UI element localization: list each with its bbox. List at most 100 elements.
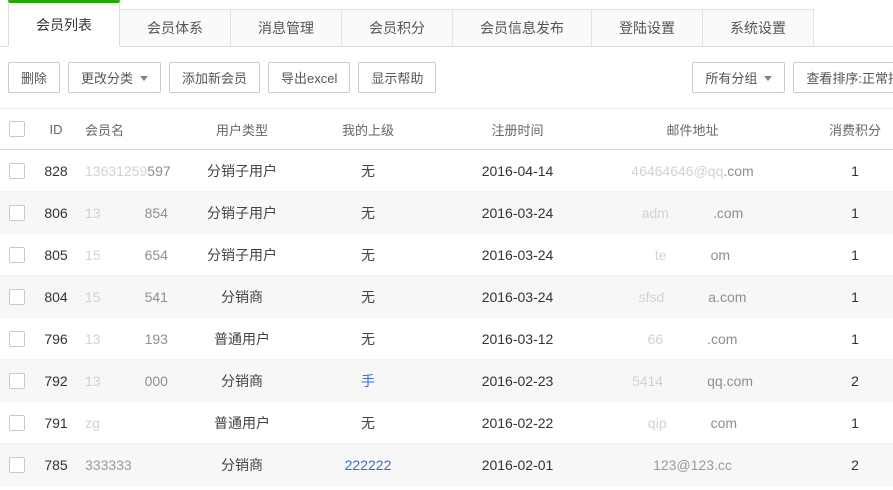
- redacted-text-end: 541: [145, 289, 168, 305]
- change-category-label: 更改分类: [81, 68, 133, 87]
- table-row: 80415541分销商无2016-03-24sfsda.com1: [0, 276, 893, 318]
- consume-points: 1: [780, 331, 893, 347]
- register-date: 2016-02-23: [430, 373, 605, 389]
- consume-points: 2: [780, 373, 893, 389]
- table-row: 80515654分销子用户无2016-03-24teom1: [0, 234, 893, 276]
- delete-button[interactable]: 删除: [8, 62, 60, 93]
- superior-link[interactable]: 手: [361, 373, 375, 389]
- caret-down-icon: [764, 76, 772, 85]
- row-checkbox[interactable]: [9, 289, 25, 305]
- user-type: 分销子用户: [178, 203, 306, 223]
- email-address: 123@123.cc: [605, 457, 780, 473]
- consume-points: 1: [780, 163, 893, 179]
- email-address: 5414qq.com: [605, 373, 780, 389]
- column-header-name: 会员名: [78, 120, 178, 139]
- consume-points: 1: [780, 247, 893, 263]
- superior[interactable]: 222222: [306, 457, 430, 473]
- consume-points: 2: [780, 457, 893, 473]
- register-date: 2016-04-14: [430, 163, 605, 179]
- member-name: 13854: [78, 205, 178, 221]
- row-checkbox-cell: [0, 205, 34, 221]
- superior: 无: [306, 245, 430, 265]
- redacted-text-start: sfsd: [639, 289, 665, 305]
- redacted-text-start: zg: [85, 415, 100, 431]
- redacted-text-start: 15: [85, 289, 101, 305]
- register-date: 2016-03-24: [430, 289, 605, 305]
- redacted-text-start: 13631259: [85, 163, 147, 179]
- all-groups-dropdown[interactable]: 所有分组: [692, 62, 785, 93]
- member-name: 13631259597: [78, 163, 178, 179]
- member-name: 13193: [78, 331, 178, 347]
- consume-points: 1: [780, 289, 893, 305]
- member-id: 792: [34, 373, 78, 389]
- redacted-text-start: 123@123.cc: [653, 457, 732, 473]
- row-checkbox[interactable]: [9, 415, 25, 431]
- redacted-text-start: 333333: [85, 457, 132, 473]
- redacted-text-end: .com: [707, 331, 737, 347]
- register-date: 2016-02-22: [430, 415, 605, 431]
- row-checkbox-cell: [0, 331, 34, 347]
- member-id: 828: [34, 163, 78, 179]
- member-table: ID会员名用户类型我的上级注册时间邮件地址消费积分82813631259597分…: [0, 108, 893, 486]
- member-id: 796: [34, 331, 78, 347]
- redacted-text-start: adm: [642, 205, 669, 221]
- show-help-button[interactable]: 显示帮助: [358, 62, 436, 93]
- email-address: qipcom: [605, 415, 780, 431]
- column-header-date: 注册时间: [430, 120, 605, 139]
- row-checkbox-cell: [0, 289, 34, 305]
- user-type: 分销商: [178, 455, 306, 475]
- row-checkbox[interactable]: [9, 163, 25, 179]
- consume-points: 1: [780, 205, 893, 221]
- superior: 无: [306, 161, 430, 181]
- export-excel-button[interactable]: 导出excel: [268, 62, 350, 93]
- user-type: 普通用户: [178, 329, 306, 349]
- tab-1[interactable]: 会员体系: [119, 9, 231, 46]
- tab-3[interactable]: 会员积分: [341, 9, 453, 46]
- tab-bar: 会员列表会员体系消息管理会员积分会员信息发布登陆设置系统设置: [0, 0, 893, 47]
- member-id: 805: [34, 247, 78, 263]
- superior[interactable]: 手: [306, 371, 430, 391]
- column-header-id: ID: [34, 122, 78, 137]
- select-all-checkbox[interactable]: [9, 121, 25, 137]
- redacted-text-start: 13: [85, 373, 101, 389]
- email-address: 46464646@qq.com: [605, 163, 780, 179]
- member-id: 806: [34, 205, 78, 221]
- toolbar: 删除 更改分类 添加新会员 导出excel 显示帮助 所有分组 查看排序:正常排…: [0, 47, 893, 108]
- register-date: 2016-03-12: [430, 331, 605, 347]
- row-checkbox[interactable]: [9, 373, 25, 389]
- table-row: 791zg普通用户无2016-02-22qipcom1: [0, 402, 893, 444]
- redacted-text-end: 654: [145, 247, 168, 263]
- superior-link[interactable]: 222222: [345, 457, 392, 473]
- register-date: 2016-02-01: [430, 457, 605, 473]
- redacted-text-start: te: [655, 247, 667, 263]
- redacted-text-end: 597: [147, 163, 170, 179]
- member-admin-page: 会员列表会员体系消息管理会员积分会员信息发布登陆设置系统设置 删除 更改分类 添…: [0, 0, 893, 486]
- tab-4[interactable]: 会员信息发布: [452, 9, 592, 46]
- register-date: 2016-03-24: [430, 247, 605, 263]
- user-type: 分销子用户: [178, 161, 306, 181]
- all-groups-label: 所有分组: [705, 68, 757, 87]
- view-sort-button[interactable]: 查看排序:正常排序: [793, 62, 893, 93]
- select-all-checkbox-cell: [0, 121, 34, 137]
- redacted-text-end: 000: [145, 373, 168, 389]
- member-name: zg: [78, 415, 178, 431]
- row-checkbox[interactable]: [9, 457, 25, 473]
- redacted-text-start: 5414: [632, 373, 663, 389]
- add-member-button[interactable]: 添加新会员: [169, 62, 260, 93]
- row-checkbox[interactable]: [9, 247, 25, 263]
- tab-5[interactable]: 登陆设置: [591, 9, 703, 46]
- row-checkbox[interactable]: [9, 331, 25, 347]
- redacted-text-end: .com: [713, 205, 743, 221]
- tab-2[interactable]: 消息管理: [230, 9, 342, 46]
- column-header-email: 邮件地址: [605, 120, 780, 139]
- tab-0-active[interactable]: 会员列表: [8, 0, 120, 47]
- redacted-text-start: 46464646@qq: [631, 163, 723, 179]
- user-type: 分销商: [178, 371, 306, 391]
- change-category-button[interactable]: 更改分类: [68, 62, 161, 93]
- table-row: 792 13 000 分销商 手 2016-02-235414qq.com2: [0, 360, 893, 402]
- tab-6[interactable]: 系统设置: [702, 9, 814, 46]
- redacted-text-start: 66: [648, 331, 664, 347]
- email-address: 66 .com: [605, 331, 780, 347]
- row-checkbox[interactable]: [9, 205, 25, 221]
- caret-down-icon: [140, 76, 148, 85]
